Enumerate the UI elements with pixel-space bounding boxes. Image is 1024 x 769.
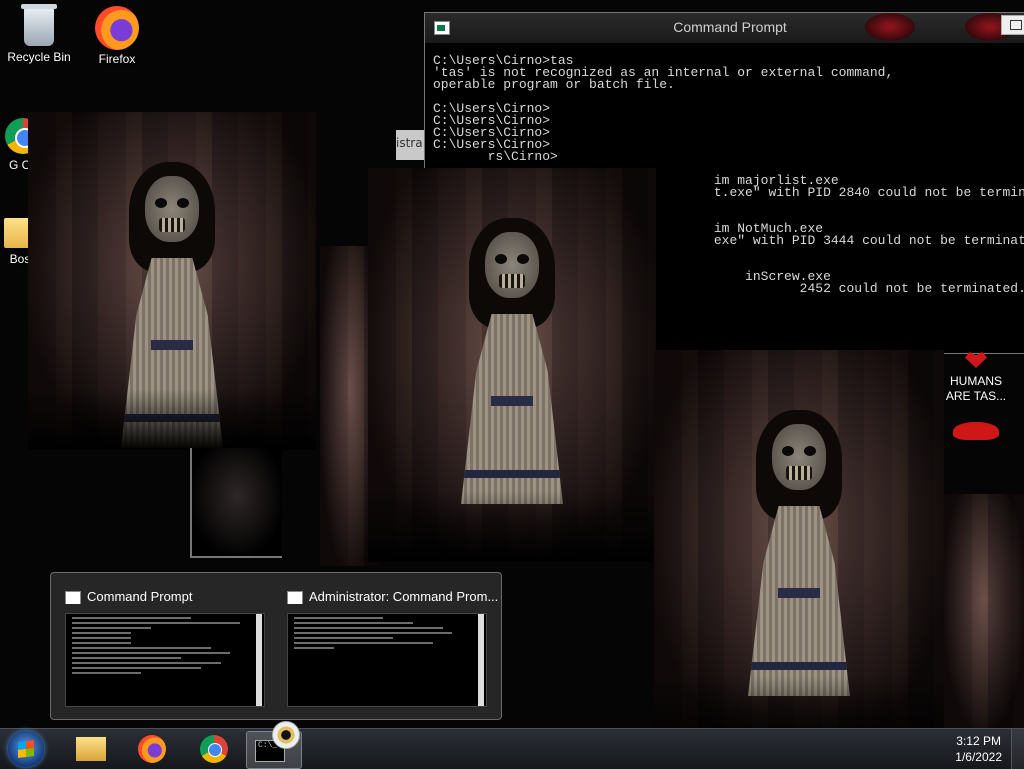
firefox-icon [95, 6, 139, 50]
recycle-bin-icon [21, 4, 57, 46]
eyeball-overlay-icon [272, 721, 300, 749]
red-heart-icon [965, 352, 987, 368]
taskbar-firefox[interactable] [124, 731, 178, 767]
clock-date: 1/6/2022 [955, 750, 1002, 764]
red-crab-icon [953, 422, 999, 440]
desktop-icon-label: Firefox [98, 52, 136, 66]
desktop: Recycle Bin Firefox G Ch Boss istra Comm… [0, 0, 1024, 728]
thumbnail-administrator-command-prompt[interactable]: Administrator: Command Prom... [279, 583, 498, 711]
thumbnail-title: Administrator: Command Prom... [287, 589, 505, 604]
taskbar-thumbnail-popup: Command Prompt Administrator: Command Pr… [50, 572, 502, 720]
background-window-title: istra [396, 136, 423, 150]
show-desktop-button[interactable] [1011, 729, 1024, 769]
window-title: Command Prompt [673, 19, 787, 35]
command-prompt-titlebar[interactable]: Command Prompt [425, 13, 1024, 43]
thumbnail-scrollbar [478, 614, 484, 706]
doll-photo-window[interactable] [28, 112, 316, 450]
start-button[interactable] [8, 731, 44, 767]
thumbnail-command-prompt[interactable]: Command Prompt [57, 583, 265, 711]
maximize-button[interactable] [1001, 15, 1024, 35]
doll-photo-window[interactable] [368, 168, 656, 562]
doll-figure-image [461, 218, 563, 508]
taskbar-chrome[interactable] [186, 731, 240, 767]
thumbnail-preview [65, 613, 265, 707]
doll-photo-window[interactable] [944, 494, 1024, 728]
thumbnail-scrollbar [256, 614, 262, 706]
widget-line-1: HUMANS [949, 374, 1002, 388]
desktop-icon-recycle-bin[interactable]: Recycle Bin [0, 4, 78, 64]
folder-icon [76, 737, 106, 761]
humans-message-widget: HUMANS ARE TAS... [940, 352, 1012, 440]
taskbar-explorer[interactable] [62, 731, 116, 767]
widget-line-2: ARE TAS... [945, 389, 1007, 403]
thumbnail-preview [287, 613, 487, 707]
system-clock[interactable]: 3:12 PM 1/6/2022 [955, 733, 1002, 765]
desktop-icon-label: Recycle Bin [7, 50, 71, 64]
desktop-icon-firefox[interactable]: Firefox [78, 6, 156, 66]
taskbar: C:\_ 3:12 PM 1/6/2022 [0, 721, 1024, 769]
console-line: operable program or batch file. [433, 77, 675, 92]
thumbnail-title: Command Prompt [65, 589, 283, 604]
window-frame-fragment [190, 448, 282, 558]
doll-figure-image [748, 410, 850, 700]
firefox-icon [138, 735, 166, 763]
chrome-icon [200, 735, 228, 763]
clock-time: 3:12 PM [956, 734, 1001, 748]
console-line: rs\Cirno> [433, 149, 558, 164]
doll-photo-window[interactable] [654, 350, 944, 728]
